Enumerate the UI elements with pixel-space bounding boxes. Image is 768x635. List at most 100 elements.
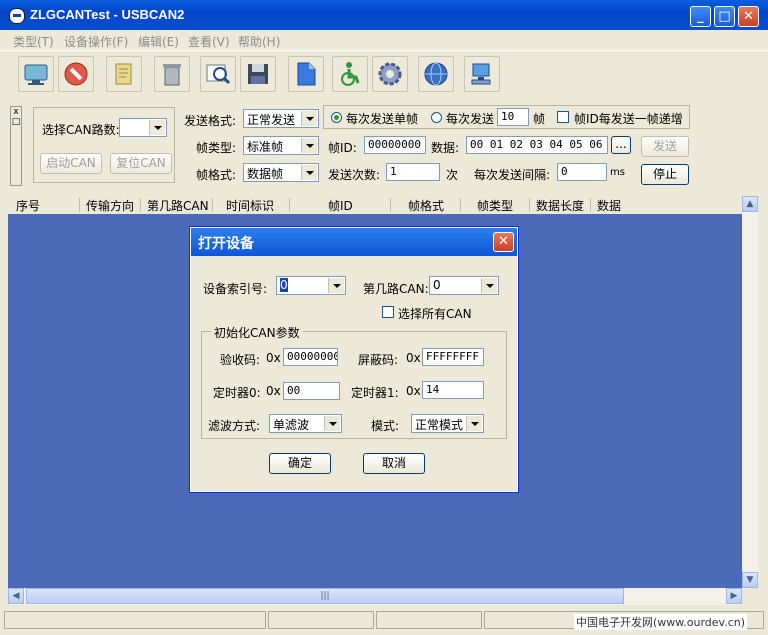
chevron-down-icon [301, 138, 317, 153]
acc-code-input[interactable]: 00000000 [283, 348, 338, 366]
increment-id-label: 帧ID每发送一帧递增 [574, 112, 683, 126]
chevron-down-icon [328, 278, 344, 293]
data-input[interactable]: 00 01 02 03 04 05 06 07 [466, 136, 608, 154]
radio-single-frame[interactable] [331, 112, 342, 123]
menu-view[interactable]: 查看(V) [188, 33, 230, 50]
scroll-right-icon[interactable]: ▶ [726, 588, 742, 604]
increment-id-checkbox[interactable] [557, 111, 569, 123]
radio-multi-frame[interactable] [431, 112, 442, 123]
close-button[interactable]: ✕ [738, 6, 759, 27]
timer1-input[interactable]: 14 [422, 381, 484, 399]
can-index-select[interactable]: 0 [429, 276, 499, 295]
filter-value: 单滤波 [273, 418, 310, 432]
dialog-close-button[interactable]: ✕ [493, 232, 514, 252]
mask-prefix: 0x [406, 351, 421, 365]
status-cell [268, 611, 374, 629]
col-data-length[interactable]: 数据长度 [536, 197, 584, 214]
scroll-thumb[interactable]: ||| [26, 588, 624, 604]
filter-icon[interactable] [200, 56, 236, 92]
trash-icon[interactable] [154, 56, 190, 92]
more-button[interactable]: ... [611, 136, 631, 154]
chevron-down-icon [149, 120, 165, 135]
accessibility-icon[interactable] [332, 56, 368, 92]
timer1-label: 定时器1: [351, 386, 399, 400]
menu-edit[interactable]: 编辑(E) [138, 33, 179, 50]
title-bar: ZLGCANTest - USBCAN2 _ □ ✕ [0, 0, 768, 30]
acc-code-prefix: 0x [266, 351, 281, 365]
save-disk-icon[interactable] [240, 56, 276, 92]
dialog-title: 打开设备 [198, 236, 254, 252]
col-data[interactable]: 数据 [597, 197, 621, 214]
ok-button[interactable]: 确定 [269, 453, 331, 474]
col-direction[interactable]: 传输方向 [86, 197, 134, 214]
window-title: ZLGCANTest - USBCAN2 [30, 7, 185, 22]
frame-id-input[interactable]: 00000000 [364, 136, 426, 154]
vertical-scrollbar[interactable]: ▲ ▼ [742, 196, 758, 588]
radio-single-label: 每次发送单帧 [346, 112, 419, 126]
list-header: 序号 传输方向 第几路CAN 时间标识 帧ID 帧格式 帧类型 数据长度 数据 [8, 196, 742, 215]
minimize-button[interactable]: _ [690, 6, 711, 27]
frame-type-select[interactable]: 标准帧 [243, 136, 319, 155]
send-count-input[interactable]: 1 [386, 163, 440, 181]
col-can-channel[interactable]: 第几路CAN [147, 197, 209, 214]
mode-value: 正常模式 [415, 418, 464, 432]
scroll-up-icon[interactable]: ▲ [742, 196, 758, 212]
horizontal-scrollbar[interactable]: ◀ ||| ▶ [8, 588, 742, 605]
frame-format-value: 数据帧 [247, 167, 284, 181]
stop-icon[interactable] [58, 56, 94, 92]
select-all-can-label: 选择所有CAN [398, 307, 472, 321]
timer0-input[interactable]: 00 [283, 382, 340, 400]
start-can-button[interactable]: 启动CAN [40, 153, 102, 174]
network-icon[interactable] [464, 56, 500, 92]
send-button[interactable]: 发送 [641, 136, 689, 157]
frame-type-label: 帧类型: [196, 141, 237, 155]
can-channel-label: 选择CAN路数: [42, 123, 120, 137]
chevron-down-icon [466, 416, 482, 431]
mode-select[interactable]: 正常模式 [411, 414, 484, 433]
interval-unit: ms [610, 167, 625, 178]
filter-label: 滤波方式: [208, 419, 261, 433]
send-count-unit: 次 [446, 168, 459, 182]
device-index-value: 0 [280, 278, 288, 292]
mask-input[interactable]: FFFFFFFF [422, 348, 484, 366]
clear-icon[interactable] [106, 56, 142, 92]
data-label: 数据: [431, 141, 460, 155]
interval-input[interactable]: 0 [557, 163, 607, 181]
document-icon[interactable] [288, 56, 324, 92]
col-frame-id[interactable]: 帧ID [328, 197, 353, 214]
device-index-label: 设备索引号: [203, 282, 268, 296]
col-frame-type[interactable]: 帧类型 [477, 197, 513, 214]
frame-format-select[interactable]: 数据帧 [243, 163, 319, 182]
menu-device-ops[interactable]: 设备操作(F) [64, 33, 128, 50]
maximize-button[interactable]: □ [714, 6, 735, 27]
monitor-icon[interactable] [18, 56, 54, 92]
menu-bar: 类型(T) 设备操作(F) 编辑(E) 查看(V) 帮助(H) [0, 30, 768, 50]
frame-id-label: 帧ID: [328, 141, 357, 155]
scroll-down-icon[interactable]: ▼ [742, 572, 758, 588]
stop-button[interactable]: 停止 [641, 164, 689, 185]
menu-type[interactable]: 类型(T) [13, 33, 54, 50]
select-all-can-checkbox[interactable] [382, 306, 394, 318]
menu-help[interactable]: 帮助(H) [238, 33, 280, 50]
device-index-select[interactable]: 0 [276, 276, 346, 295]
multi-count-input[interactable]: 10 [497, 108, 529, 126]
cancel-button[interactable]: 取消 [363, 453, 425, 474]
chevron-down-icon [481, 278, 497, 293]
send-format-select[interactable]: 正常发送 [243, 109, 319, 128]
can-channel-select[interactable] [119, 118, 167, 137]
timer0-prefix: 0x [266, 384, 281, 398]
globe-icon[interactable] [418, 56, 454, 92]
scroll-left-icon[interactable]: ◀ [8, 588, 24, 604]
col-frame-format[interactable]: 帧格式 [408, 197, 444, 214]
col-timestamp[interactable]: 时间标识 [226, 197, 274, 214]
reset-can-button[interactable]: 复位CAN [110, 153, 172, 174]
timer0-label: 定时器0: [213, 386, 261, 400]
app-icon [9, 8, 25, 24]
frame-type-value: 标准帧 [247, 140, 284, 154]
col-index[interactable]: 序号 [16, 197, 40, 214]
filter-select[interactable]: 单滤波 [269, 414, 342, 433]
open-device-dialog: 打开设备 ✕ 设备索引号: 0 第几路CAN: 0 选择所有CAN 初始化CAN… [190, 227, 518, 492]
gear-icon[interactable] [372, 56, 408, 92]
watermark: 中国电子开发网(www.ourdev.cn) [574, 614, 748, 630]
panel-grip[interactable]: x □ [10, 106, 22, 186]
